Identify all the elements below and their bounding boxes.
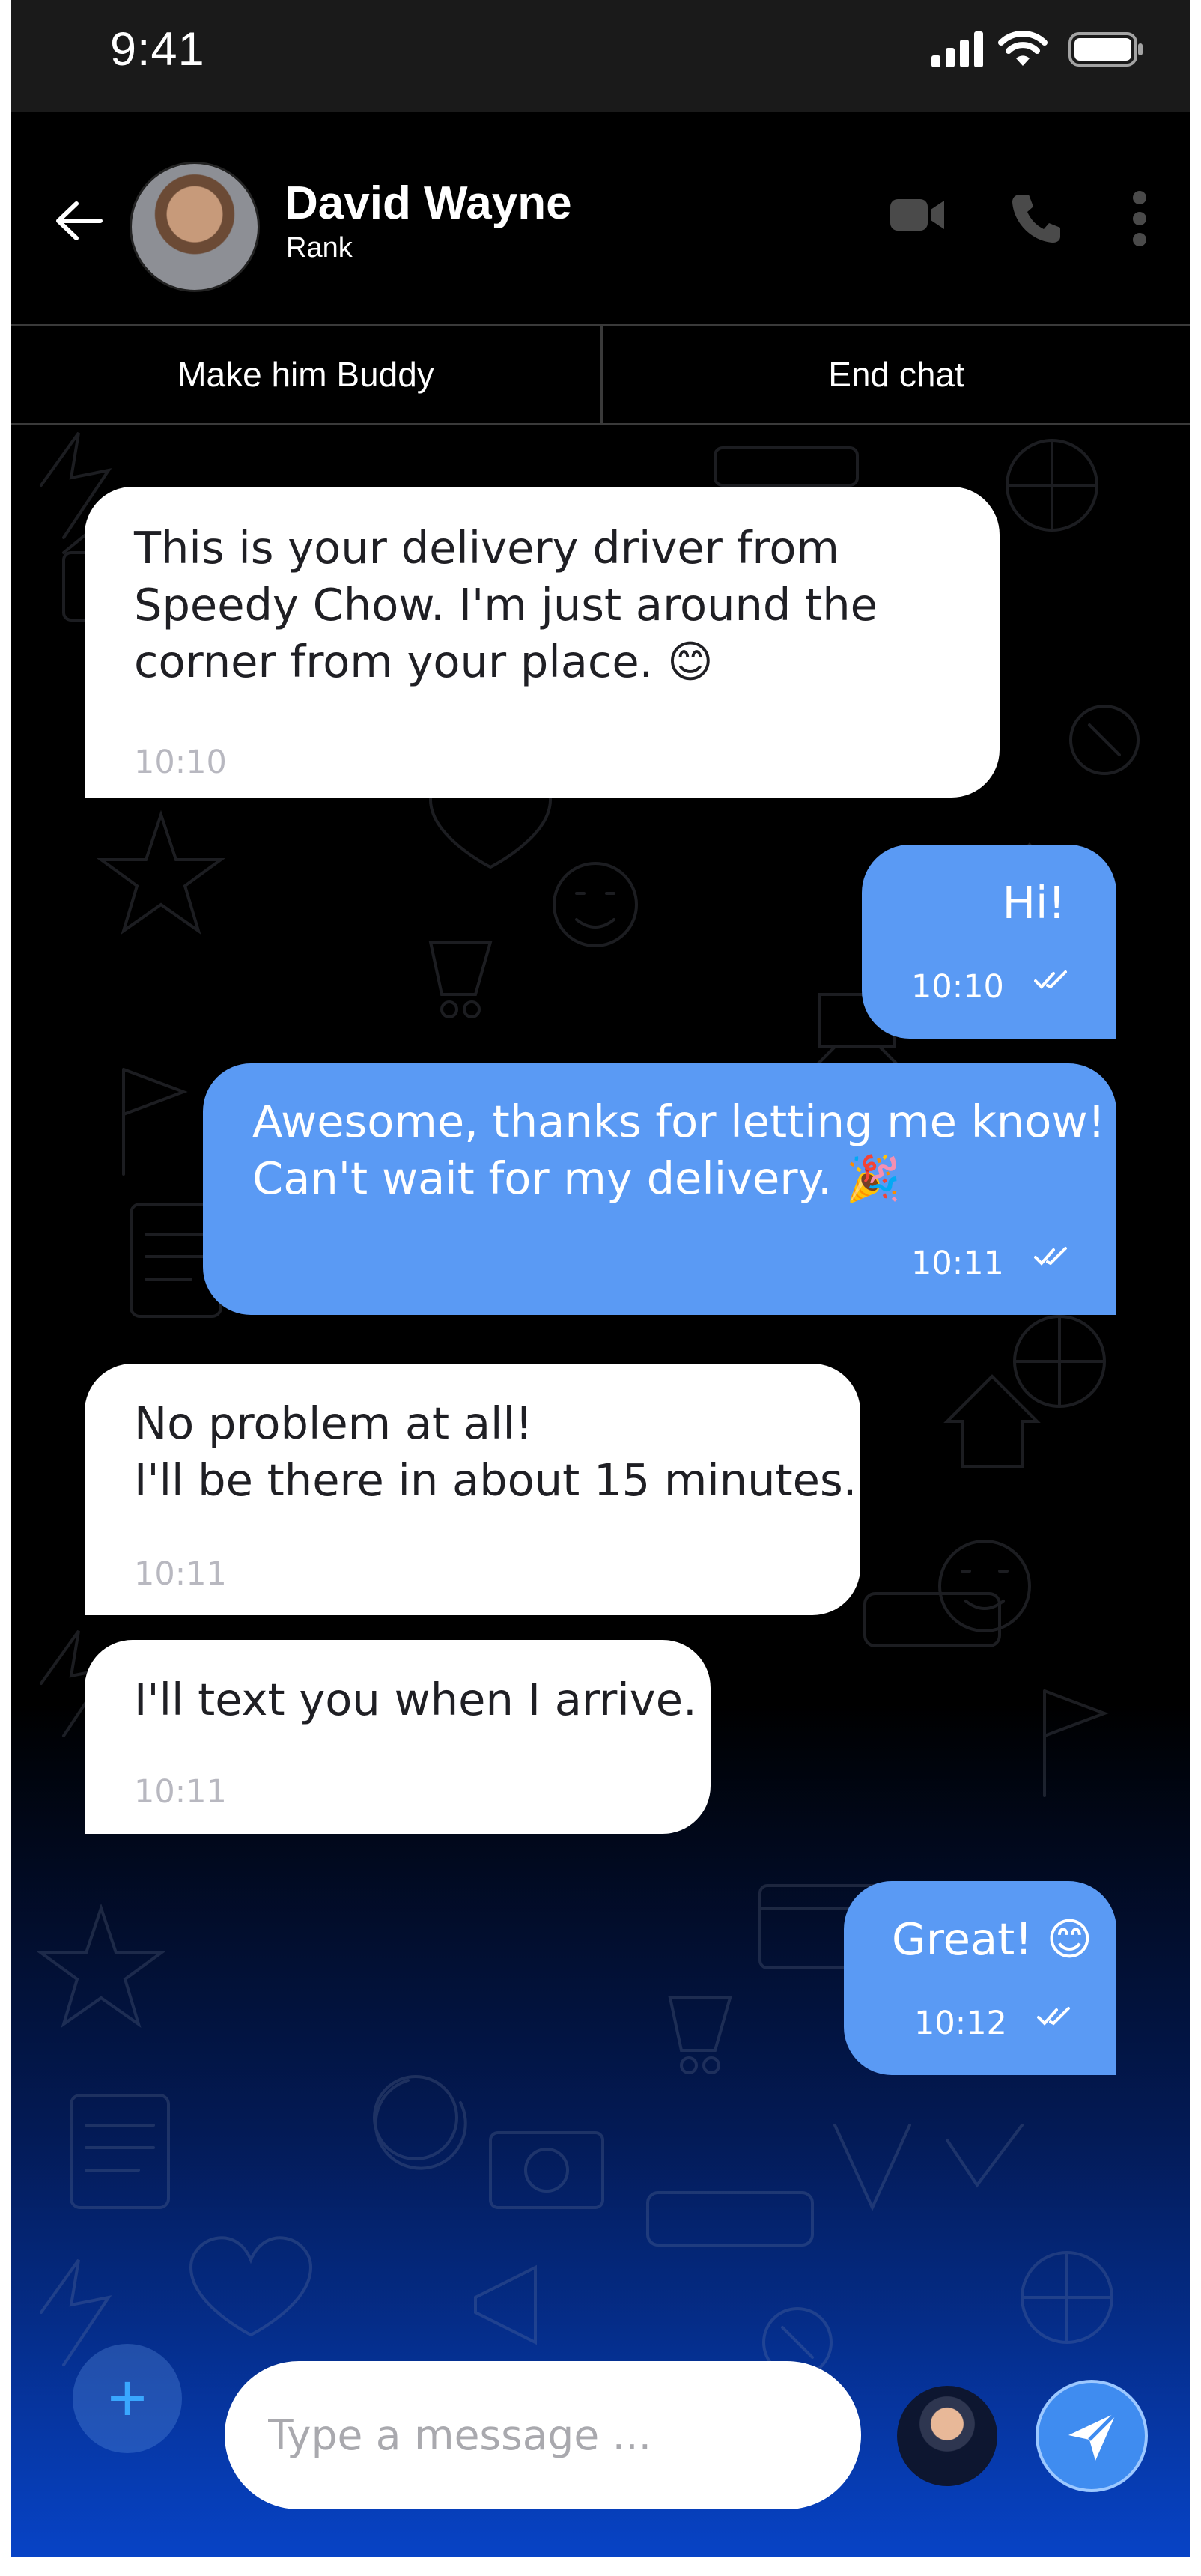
status-bar: 9:41 <box>11 0 1190 112</box>
end-chat-button[interactable]: End chat <box>603 326 1190 423</box>
message-text: No problem at all! I'll be there in abou… <box>134 1397 857 1506</box>
contact-avatar[interactable] <box>130 162 260 292</box>
phone-icon[interactable] <box>1009 192 1062 244</box>
user-avatar[interactable] <box>897 2386 997 2486</box>
message-time: 10:11 <box>911 1245 1004 1282</box>
message-incoming[interactable]: This is your delivery driver from Speedy… <box>85 487 1000 798</box>
message-text: Hi! <box>1002 877 1065 929</box>
phone-screen: 9:41 David Wayne Rank Make him Buddy End… <box>11 0 1190 2557</box>
message-outgoing[interactable]: Great! 😊 10:12 <box>844 1881 1116 2075</box>
message-time: 10:11 <box>134 1555 227 1593</box>
message-incoming[interactable]: No problem at all! I'll be there in abou… <box>85 1364 860 1615</box>
message-text: Awesome, thanks for letting me know! Can… <box>252 1096 1106 1204</box>
read-receipt-icon <box>1034 970 1067 989</box>
message-time: 10:11 <box>134 1773 227 1811</box>
message-list[interactable]: This is your delivery driver from Speedy… <box>11 425 1190 2557</box>
video-call-icon[interactable] <box>890 196 946 234</box>
attach-button[interactable]: + <box>73 2344 182 2453</box>
read-receipt-icon <box>1034 1247 1067 1266</box>
send-button[interactable] <box>1036 2380 1148 2492</box>
message-input[interactable] <box>225 2361 861 2509</box>
message-time: 10:10 <box>911 968 1004 1006</box>
message-text: This is your delivery driver from Speedy… <box>134 522 878 687</box>
message-text: Great! 😊 <box>892 1913 1093 1965</box>
send-icon <box>1068 2411 1118 2461</box>
message-incoming[interactable]: I'll text you when I arrive. 10:11 <box>85 1640 711 1834</box>
chat-header: David Wayne Rank <box>11 112 1190 324</box>
back-arrow-icon[interactable] <box>52 195 105 247</box>
plus-icon: + <box>107 2361 148 2436</box>
status-time: 9:41 <box>110 23 205 76</box>
contact-name[interactable]: David Wayne <box>285 177 572 230</box>
message-time: 10:10 <box>134 744 227 781</box>
make-buddy-button[interactable]: Make him Buddy <box>11 326 600 423</box>
read-receipt-icon <box>1037 2007 1070 2026</box>
message-text: I'll text you when I arrive. <box>134 1674 697 1725</box>
message-outgoing[interactable]: Awesome, thanks for letting me know! Can… <box>203 1063 1116 1315</box>
message-time: 10:12 <box>914 2005 1007 2042</box>
battery-icon <box>1068 32 1143 67</box>
more-vertical-icon[interactable] <box>1131 190 1149 247</box>
wifi-icon <box>998 31 1048 66</box>
chat-action-bar: Make him Buddy End chat <box>11 326 1190 423</box>
contact-rank: Rank <box>286 232 353 264</box>
message-outgoing[interactable]: Hi! 10:10 <box>862 845 1116 1039</box>
signal-icon <box>931 31 983 67</box>
